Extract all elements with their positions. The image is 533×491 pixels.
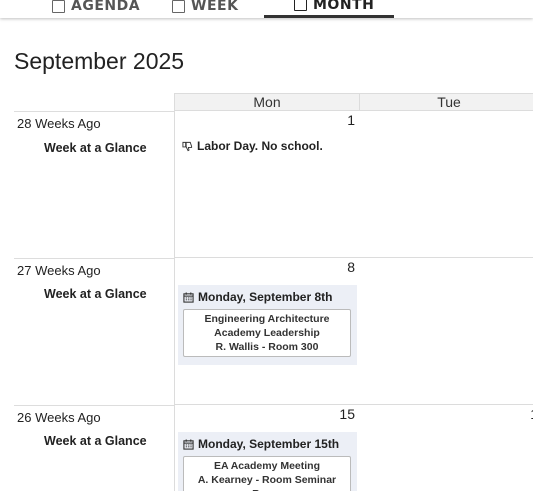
holiday-entry[interactable]: Labor Day. No school. bbox=[182, 139, 323, 153]
week-at-a-glance-link[interactable]: Week at a Glance bbox=[44, 434, 147, 448]
tab-month[interactable]: MONTH bbox=[264, 0, 394, 18]
day-cell-sep-16[interactable]: 1 bbox=[359, 404, 533, 491]
event-card[interactable]: EA Academy Meeting A. Kearney - Room Sem… bbox=[183, 456, 351, 491]
event-date-header: Monday, September 8th bbox=[183, 288, 352, 306]
week-row-label: 28 Weeks Ago Week at a Glance bbox=[14, 111, 174, 258]
event-location: R. Wallis - Room 300 bbox=[215, 341, 319, 353]
event-date-label: Monday, September 15th bbox=[198, 437, 340, 451]
week-at-a-glance-link[interactable]: Week at a Glance bbox=[44, 141, 147, 155]
event-title: EA Academy Meeting bbox=[214, 460, 320, 472]
calendar-title: September 2025 bbox=[14, 48, 185, 74]
day-number: 8 bbox=[347, 259, 355, 275]
day-cell-sep-2[interactable] bbox=[359, 110, 533, 258]
day-cell-sep-8[interactable]: 8 Monday, September 8th Engineering Arch… bbox=[174, 257, 360, 405]
week-row-label: 27 Weeks Ago Week at a Glance bbox=[14, 258, 174, 405]
tab-week-label: WEEK bbox=[191, 0, 239, 14]
tab-week[interactable]: WEEK bbox=[142, 0, 264, 18]
day-cell-sep-1[interactable]: 1 Labor Day. No school. bbox=[174, 110, 360, 258]
tab-agenda-label: AGENDA bbox=[71, 0, 141, 14]
event-group: Monday, September 8th Engineering Archit… bbox=[178, 285, 357, 365]
event-location: A. Kearney - Room Seminar Room bbox=[197, 474, 337, 491]
calendar-icon bbox=[172, 0, 185, 13]
day-cell-sep-15[interactable]: 15 Monday, September 15th EA Academy Mee… bbox=[174, 404, 360, 491]
event-title: Engineering Architecture bbox=[204, 313, 330, 325]
day-cell-sep-9[interactable] bbox=[359, 257, 533, 405]
view-tabs: AGENDA WEEK MONTH bbox=[0, 0, 533, 18]
week-row-label: 26 Weeks Ago Week at a Glance bbox=[14, 405, 174, 491]
day-number: 1 bbox=[347, 112, 355, 128]
tab-month-label: MONTH bbox=[313, 0, 375, 13]
column-header-tue: Tue bbox=[359, 93, 533, 111]
weeks-ago-label: 28 Weeks Ago bbox=[17, 116, 101, 131]
weeks-ago-label: 26 Weeks Ago bbox=[17, 410, 101, 425]
event-date-header: Monday, September 15th bbox=[183, 435, 352, 453]
day-number: 15 bbox=[339, 406, 355, 422]
calendar-icon bbox=[294, 0, 307, 11]
event-card[interactable]: Engineering Architecture Academy Leaders… bbox=[183, 309, 351, 357]
weeks-ago-label: 27 Weeks Ago bbox=[17, 263, 101, 278]
list-icon bbox=[52, 0, 65, 13]
thumbs-down-icon bbox=[182, 141, 193, 151]
event-group: Monday, September 15th EA Academy Meetin… bbox=[178, 432, 357, 491]
holiday-label: Labor Day. No school. bbox=[197, 139, 323, 153]
event-subtitle: Academy Leadership bbox=[214, 327, 320, 339]
week-at-a-glance-link[interactable]: Week at a Glance bbox=[44, 287, 147, 301]
event-date-label: Monday, September 8th bbox=[198, 290, 333, 304]
calendar-icon bbox=[183, 438, 194, 450]
tab-agenda[interactable]: AGENDA bbox=[22, 0, 142, 18]
calendar-icon bbox=[183, 291, 194, 303]
column-header-mon: Mon bbox=[174, 93, 360, 111]
